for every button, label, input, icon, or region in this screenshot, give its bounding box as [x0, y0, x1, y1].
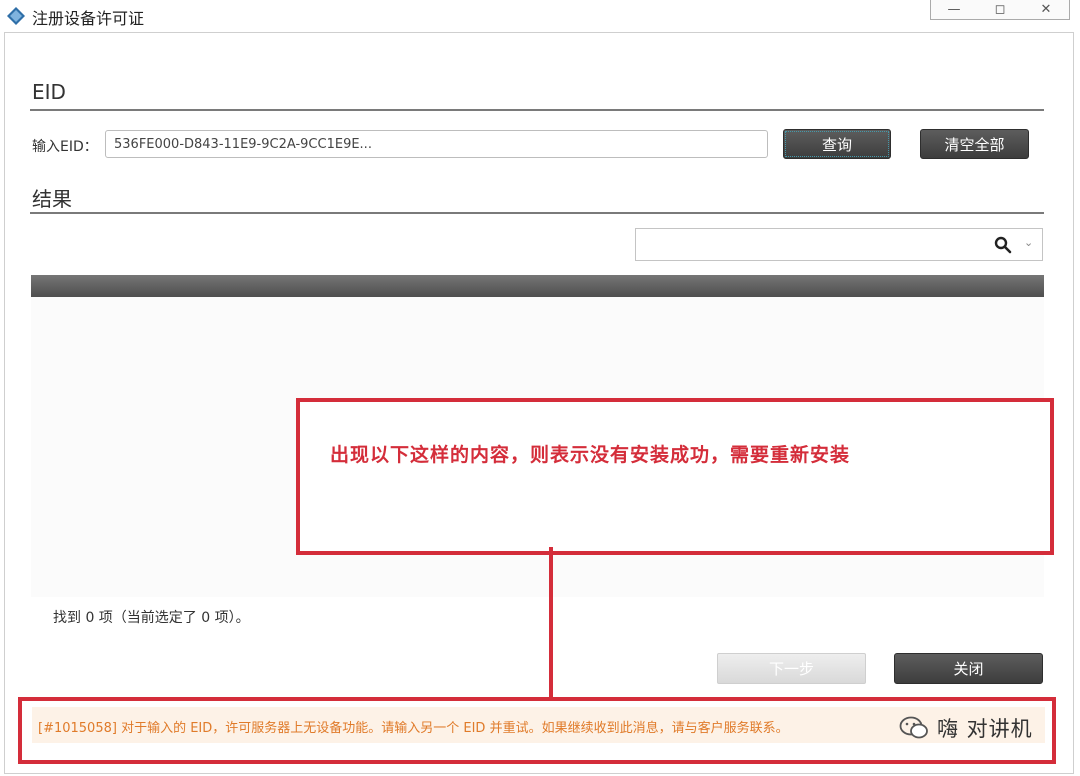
- results-grid-header: [31, 275, 1044, 297]
- eid-input-label: 输入EID：: [32, 139, 98, 155]
- query-button[interactable]: 查询: [783, 129, 891, 159]
- watermark: 嗨 对讲机: [899, 710, 1033, 746]
- minimize-button[interactable]: —: [931, 0, 977, 19]
- app-diamond-icon: [7, 7, 25, 25]
- close-icon: ✕: [1040, 2, 1052, 17]
- annotation-text: 出现以下这样的内容，则表示没有安装成功，需要重新安装: [330, 444, 851, 466]
- results-section-heading: 结果: [32, 187, 72, 211]
- maximize-icon: ◻: [994, 2, 1006, 17]
- eid-divider: [30, 109, 1044, 111]
- found-count-text: 找到 0 项（当前选定了 0 项）。: [53, 610, 250, 626]
- chevron-down-icon[interactable]: ⌄: [1024, 236, 1033, 249]
- window-title: 注册设备许可证: [32, 9, 145, 28]
- error-message-text: [#1015058] 对于输入的 EID，许可服务器上无设备功能。请输入另一个 …: [38, 721, 789, 736]
- wechat-icon: [899, 716, 928, 739]
- results-divider: [30, 212, 1044, 214]
- results-search-input[interactable]: [635, 228, 1043, 261]
- next-step-button[interactable]: 下一步: [717, 653, 866, 684]
- window-controls: — ◻ ✕: [930, 0, 1070, 20]
- clear-all-button[interactable]: 清空全部: [920, 129, 1029, 159]
- close-button[interactable]: 关闭: [894, 653, 1043, 684]
- watermark-text: 嗨 对讲机: [937, 717, 1033, 741]
- eid-input[interactable]: [105, 130, 768, 158]
- maximize-button[interactable]: ◻: [977, 0, 1023, 19]
- close-window-button[interactable]: ✕: [1023, 0, 1069, 19]
- eid-section-heading: EID: [32, 80, 66, 104]
- search-icon[interactable]: [994, 236, 1012, 254]
- annotation-callout-box: [296, 398, 1054, 555]
- annotation-connector-line: [549, 547, 553, 699]
- minimize-icon: —: [947, 2, 961, 17]
- window-titlebar: 注册设备许可证 — ◻ ✕: [0, 0, 1080, 32]
